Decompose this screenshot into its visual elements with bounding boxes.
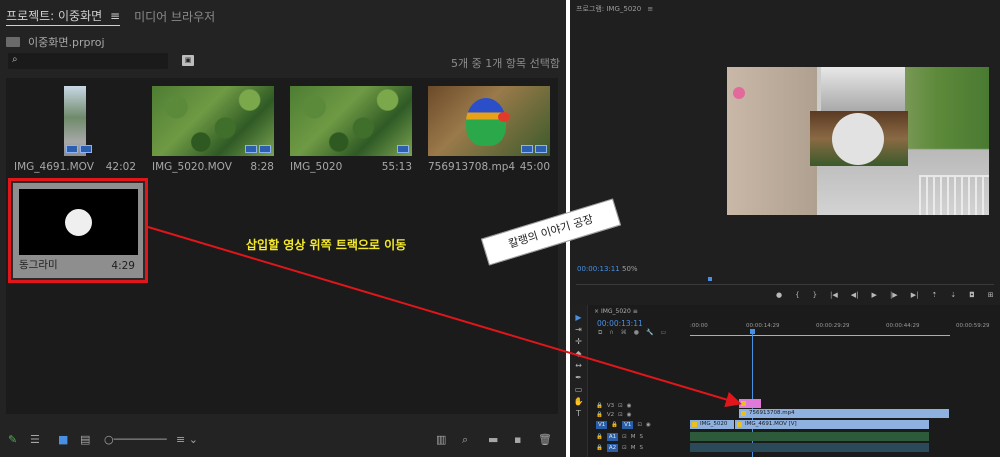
drag-arrow-line: [147, 226, 742, 408]
drag-arrow: [147, 226, 742, 408]
